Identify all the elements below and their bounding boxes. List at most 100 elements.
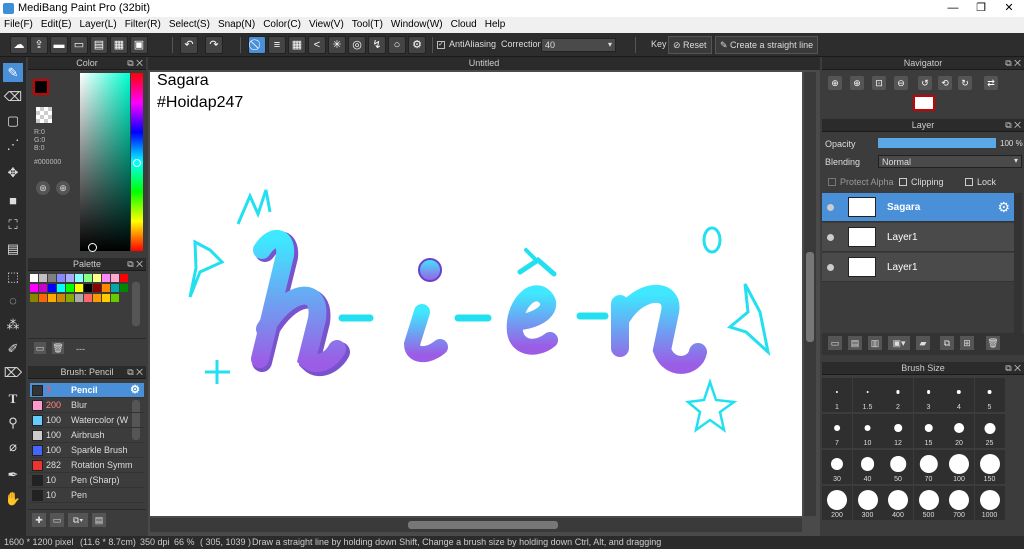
brush-tool-icon[interactable]: ✎: [3, 63, 23, 82]
menu-window[interactable]: Window(W): [387, 17, 447, 30]
palette-swatch[interactable]: [57, 274, 65, 282]
share-icon[interactable]: ▭: [70, 36, 88, 54]
text-tool-icon[interactable]: T: [3, 389, 23, 408]
brush-size-cell[interactable]: 4: [944, 378, 974, 412]
navigator-thumbnail[interactable]: [913, 95, 935, 111]
palette-swatch[interactable]: [75, 294, 83, 302]
panel-close-icon[interactable]: ⧉ ✕: [127, 57, 143, 70]
eraser-tool-icon[interactable]: ⌫: [3, 87, 23, 106]
correction-select[interactable]: 40 ▾: [541, 38, 616, 52]
gear-icon[interactable]: ⚙: [130, 383, 140, 398]
brush-size-cell[interactable]: 10: [852, 414, 883, 448]
brush-size-cell[interactable]: 700: [944, 486, 974, 520]
brush-list-item[interactable]: 7 Pencil ⚙: [30, 383, 144, 398]
lasso-tool-icon[interactable]: ◌: [3, 291, 23, 310]
brush-size-cell[interactable]: 40: [852, 450, 883, 484]
menu-filter[interactable]: Filter(R): [121, 17, 165, 30]
brush-size-cell[interactable]: 50: [883, 450, 913, 484]
merge-layer-icon[interactable]: ⊞: [960, 336, 974, 350]
palette-swatch[interactable]: [75, 284, 83, 292]
comment-icon[interactable]: ▬: [50, 36, 68, 54]
parallel-snap-icon[interactable]: ≡: [268, 36, 286, 54]
layer-row[interactable]: Sagara ⚙: [822, 193, 1014, 222]
layer-row[interactable]: Layer1: [822, 223, 1014, 252]
background-color-swatch[interactable]: [36, 107, 52, 123]
hue-handle[interactable]: [133, 159, 141, 167]
brush-copy-icon[interactable]: ⧉▾: [68, 513, 88, 527]
perspective-snap-icon[interactable]: <: [308, 36, 326, 54]
brush-add-icon[interactable]: ✚: [32, 513, 46, 527]
cloud-icon[interactable]: ☁: [10, 36, 28, 54]
visibility-icon[interactable]: [827, 204, 834, 211]
color-add-icon[interactable]: ⊛: [36, 181, 50, 195]
palette-swatch[interactable]: [84, 294, 92, 302]
rotate-reset-icon[interactable]: ⟲: [938, 76, 952, 90]
brush-size-cell[interactable]: 70: [913, 450, 944, 484]
flip-icon[interactable]: ⇄: [984, 76, 998, 90]
panel-close-icon[interactable]: ⧉ ✕: [127, 258, 143, 271]
hue-slider[interactable]: [131, 73, 143, 251]
palette-swatch[interactable]: [30, 274, 38, 282]
brush-list-item[interactable]: 100 Watercolor (W: [30, 413, 144, 428]
brush-size-cell[interactable]: 100: [944, 450, 974, 484]
snap-off-icon[interactable]: ⃠: [248, 36, 266, 54]
reset-button[interactable]: ⊘ Reset: [668, 36, 712, 54]
grid-doc-icon[interactable]: ▦: [110, 36, 128, 54]
blending-select[interactable]: Normal ▾: [878, 155, 1022, 168]
move-tool-icon[interactable]: ✥: [3, 163, 23, 182]
palette-swatch[interactable]: [84, 284, 92, 292]
minimize-button[interactable]: —: [940, 0, 966, 17]
palette-scrollbar[interactable]: [132, 282, 140, 326]
palette-swatch[interactable]: [120, 284, 128, 292]
palette-swatch[interactable]: [66, 274, 74, 282]
brush-size-cell[interactable]: 2: [883, 378, 913, 412]
menu-layer[interactable]: Layer(L): [75, 17, 120, 30]
palette-swatch[interactable]: [39, 284, 47, 292]
opacity-slider[interactable]: [878, 138, 996, 148]
palette-swatch[interactable]: [66, 294, 74, 302]
undo-icon[interactable]: ↶: [180, 36, 198, 54]
dotline-tool-icon[interactable]: ⋰: [3, 135, 23, 154]
rect-tool-icon[interactable]: ▢: [3, 111, 23, 130]
new-layer-icon[interactable]: ▭: [828, 336, 842, 350]
brush-size-cell[interactable]: 1: [822, 378, 852, 412]
layer-scrollbar[interactable]: [1014, 193, 1022, 333]
select-pen-tool-icon[interactable]: ✐: [3, 339, 23, 358]
menu-help[interactable]: Help: [481, 17, 510, 30]
zoom-tool-icon[interactable]: ⚲: [3, 413, 23, 432]
zoom-out-icon[interactable]: ⊖: [894, 76, 908, 90]
radial-snap-icon[interactable]: ✳: [328, 36, 346, 54]
palette-swatch[interactable]: [30, 294, 38, 302]
document-icon[interactable]: ▤: [90, 36, 108, 54]
layer-more-icon[interactable]: ▣▾: [888, 336, 910, 350]
panel-close-icon[interactable]: ⧉ ✕: [127, 366, 143, 379]
palette-swatch[interactable]: [48, 284, 56, 292]
brush-size-cell[interactable]: 15: [913, 414, 944, 448]
horizontal-scrollbar[interactable]: [150, 518, 802, 532]
select-eraser-tool-icon[interactable]: ⌦: [3, 363, 23, 382]
palette-swatch[interactable]: [75, 274, 83, 282]
brush-list-item[interactable]: 10 Pen: [30, 488, 144, 503]
clipping-checkbox[interactable]: [899, 178, 907, 186]
layer-row[interactable]: Layer1: [822, 253, 1014, 282]
zoom-in-icon[interactable]: ⊕: [828, 76, 842, 90]
brush-size-cell[interactable]: 30: [822, 450, 852, 484]
settings-snap-icon[interactable]: ⚙: [408, 36, 426, 54]
palette-swatch[interactable]: [57, 284, 65, 292]
lock-checkbox[interactable]: [965, 178, 973, 186]
menu-select[interactable]: Select(S): [165, 17, 214, 30]
vertical-scroll-thumb[interactable]: [806, 252, 814, 342]
brush-size-cell[interactable]: 5: [974, 378, 1005, 412]
palette-swatch[interactable]: [102, 274, 110, 282]
menu-file[interactable]: File(F): [0, 17, 37, 30]
menu-snap[interactable]: Snap(N): [214, 17, 259, 30]
visibility-icon[interactable]: [827, 234, 834, 241]
horizontal-scroll-thumb[interactable]: [408, 521, 558, 529]
eyedropper-tool-icon[interactable]: ✒: [3, 465, 23, 484]
palette-swatch[interactable]: [111, 294, 119, 302]
dropper-tool-icon[interactable]: ⌀: [3, 437, 23, 456]
saturation-value-picker[interactable]: [80, 73, 130, 252]
color-settings-icon[interactable]: ⊕: [56, 181, 70, 195]
gradient-tool-icon[interactable]: ▤: [3, 239, 23, 258]
canvas-tab[interactable]: Untitled: [148, 57, 820, 70]
